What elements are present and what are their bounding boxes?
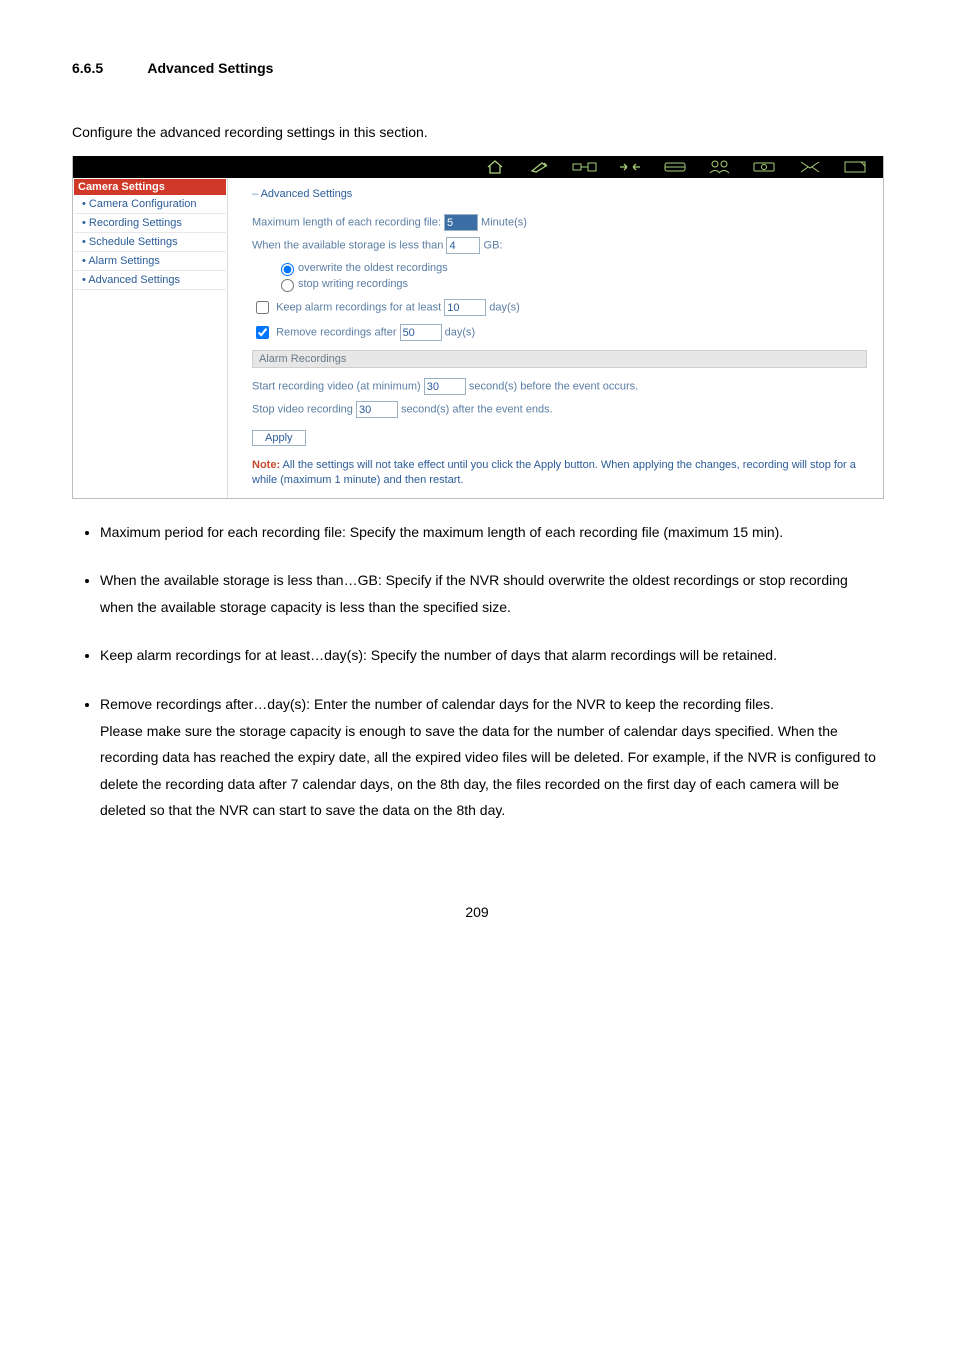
arrows-icon[interactable] [607, 161, 652, 173]
keep-checkbox[interactable] [256, 301, 269, 314]
panel-title: Advanced Settings [252, 188, 867, 204]
logs-icon[interactable] [832, 161, 877, 173]
bullet-remove: Remove recordings after…day(s): Enter th… [100, 691, 882, 824]
home-icon[interactable] [472, 160, 517, 174]
stop-unit: second(s) after the event ends. [401, 403, 553, 415]
radio-overwrite[interactable]: overwrite the oldest recordings [276, 262, 448, 274]
envelope-icon[interactable] [787, 161, 832, 173]
wrench-icon[interactable] [517, 161, 562, 173]
remove-checkbox[interactable] [256, 326, 269, 339]
remove-label: Remove recordings after [276, 326, 400, 338]
note: Note: All the settings will not take eff… [252, 458, 867, 488]
max-length-label: Maximum length of each recording file: [252, 216, 444, 228]
stop-input[interactable] [356, 401, 398, 418]
sidebar-item-alarm-settings[interactable]: Alarm Settings [74, 252, 226, 271]
camera-icon[interactable] [742, 161, 787, 173]
radio-stop-label: stop writing recordings [298, 278, 408, 290]
apply-button[interactable]: Apply [252, 430, 306, 446]
alarm-recordings-header: Alarm Recordings [252, 350, 867, 368]
remove-unit: day(s) [445, 326, 476, 338]
storage-unit: GB: [484, 239, 503, 251]
start-unit: second(s) before the event occurs. [469, 380, 638, 392]
bullet-keep: Keep alarm recordings for at least…day(s… [100, 642, 882, 669]
section-title: Advanced Settings [147, 60, 273, 76]
sidebar-item-schedule-settings[interactable]: Schedule Settings [74, 233, 226, 252]
radio-overwrite-input[interactable] [281, 263, 294, 276]
section-heading: 6.6.5 Advanced Settings [72, 60, 882, 76]
users-icon[interactable] [697, 160, 742, 174]
radio-overwrite-label: overwrite the oldest recordings [298, 262, 448, 274]
bullet-storage: When the available storage is less than…… [100, 567, 882, 620]
radio-stop-input[interactable] [281, 279, 294, 292]
start-input[interactable] [424, 378, 466, 395]
body-list: Maximum period for each recording file: … [72, 519, 882, 824]
sidebar: Camera Settings Camera Configuration Rec… [73, 178, 228, 498]
storage-input[interactable] [446, 237, 480, 254]
storage-label: When the available storage is less than [252, 239, 446, 251]
note-bold: Note: [252, 459, 280, 471]
disk-icon[interactable] [652, 161, 697, 173]
sidebar-item-advanced-settings[interactable]: Advanced Settings [74, 271, 226, 290]
max-length-input[interactable] [444, 214, 478, 231]
sidebar-header: Camera Settings [74, 179, 226, 195]
screenshot: Camera Settings Camera Configuration Rec… [72, 156, 884, 499]
bullet-max-period: Maximum period for each recording file: … [100, 519, 882, 546]
remove-input[interactable] [400, 324, 442, 341]
section-number: 6.6.5 [72, 60, 144, 76]
stop-label: Stop video recording [252, 403, 356, 415]
note-text: All the settings will not take effect un… [252, 459, 856, 486]
keep-label: Keep alarm recordings for at least [276, 301, 444, 313]
topbar [73, 156, 883, 178]
bullet-remove-line2: Please make sure the storage capacity is… [100, 723, 876, 819]
bullet-remove-line1: Remove recordings after…day(s): Enter th… [100, 696, 774, 712]
radio-stop[interactable]: stop writing recordings [276, 278, 408, 290]
content-panel: Advanced Settings Maximum length of each… [228, 178, 884, 498]
page-number: 209 [72, 904, 882, 920]
sidebar-item-camera-configuration[interactable]: Camera Configuration [74, 195, 226, 214]
start-label: Start recording video (at minimum) [252, 380, 424, 392]
sidebar-item-recording-settings[interactable]: Recording Settings [74, 214, 226, 233]
device-icon[interactable] [562, 161, 607, 173]
intro-text: Configure the advanced recording setting… [72, 124, 882, 140]
keep-unit: day(s) [489, 301, 520, 313]
keep-input[interactable] [444, 299, 486, 316]
max-length-unit: Minute(s) [481, 216, 527, 228]
